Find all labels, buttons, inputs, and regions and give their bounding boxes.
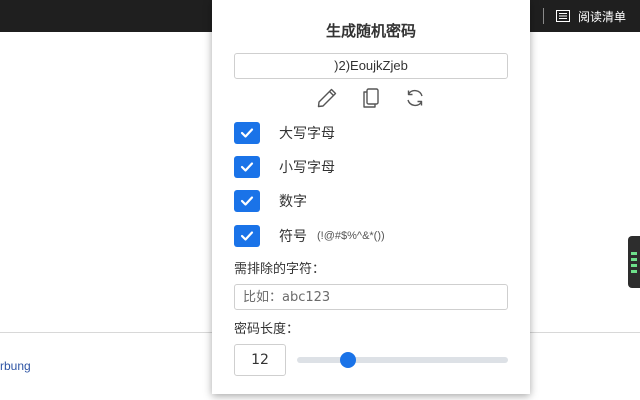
exclude-characters-input[interactable]	[234, 284, 508, 310]
length-value-field[interactable]: 12	[234, 344, 286, 376]
length-label: 密码长度：	[234, 322, 300, 337]
option-label: 大写字母	[279, 126, 335, 142]
length-slider[interactable]	[297, 352, 508, 368]
uppercase-checkbox[interactable]	[234, 122, 260, 144]
refresh-icon	[403, 86, 427, 114]
handle-bar	[631, 263, 637, 267]
popup-title: 生成随机密码	[325, 22, 416, 40]
symbols-hint: (!@#$%^&*())	[317, 230, 385, 242]
password-generator-popup: 生成随机密码 )2)EoujkZjeb 大写字母 小写字母 数字 符号 (!@#…	[212, 0, 530, 394]
copy-icon	[359, 86, 383, 114]
page-divider	[0, 332, 212, 333]
side-panel-handle[interactable]	[628, 236, 640, 288]
checkmark-icon	[240, 124, 254, 143]
option-label: 符号	[279, 229, 307, 245]
copy-button[interactable]	[359, 88, 383, 112]
pencil-icon	[315, 86, 339, 114]
regenerate-button[interactable]	[403, 88, 427, 112]
option-digits: 数字	[234, 190, 307, 212]
option-uppercase: 大写字母	[234, 122, 335, 144]
digits-checkbox[interactable]	[234, 190, 260, 212]
edit-button[interactable]	[315, 88, 339, 112]
password-tools	[212, 88, 530, 112]
toolbar-divider	[542, 8, 544, 24]
page-divider-right	[530, 332, 640, 333]
option-label: 小写字母	[279, 160, 335, 176]
reading-list-label: 阅读清单	[577, 9, 626, 24]
browser-window: 阅读清单 rbung 生成随机密码 )2)EoujkZjeb 大写字母 小写字母…	[0, 0, 640, 400]
checkmark-icon	[240, 192, 254, 211]
slider-track	[297, 357, 508, 363]
handle-bar	[631, 269, 637, 273]
lowercase-checkbox[interactable]	[234, 156, 260, 178]
reading-list-button[interactable]: 阅读清单	[542, 7, 626, 25]
symbols-checkbox[interactable]	[234, 225, 260, 247]
handle-bar	[631, 251, 637, 255]
checkmark-icon	[240, 158, 254, 177]
option-lowercase: 小写字母	[234, 156, 335, 178]
option-label: 数字	[279, 194, 307, 210]
option-symbols: 符号 (!@#$%^&*())	[234, 225, 385, 247]
generated-password-field[interactable]: )2)EoujkZjeb	[234, 53, 508, 79]
exclude-label: 需排除的字符：	[234, 262, 326, 277]
page-link[interactable]: rbung	[0, 359, 31, 373]
slider-thumb[interactable]	[339, 352, 356, 368]
reading-list-icon	[555, 10, 570, 22]
checkmark-icon	[240, 227, 254, 246]
handle-bar	[631, 257, 637, 261]
